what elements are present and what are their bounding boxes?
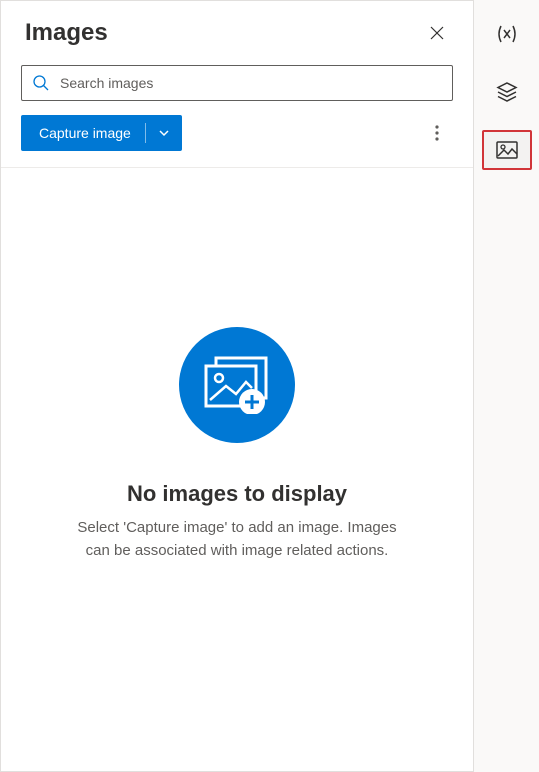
toolbar: Capture image xyxy=(1,115,473,167)
capture-image-button[interactable]: Capture image xyxy=(21,115,145,151)
rail-layers-button[interactable] xyxy=(482,72,532,112)
right-rail xyxy=(474,0,539,772)
image-add-icon xyxy=(202,356,272,414)
empty-state-title: No images to display xyxy=(127,481,347,507)
close-button[interactable] xyxy=(421,17,453,49)
more-vertical-icon xyxy=(435,125,439,141)
rail-images-button[interactable] xyxy=(482,130,532,170)
search-icon xyxy=(32,74,50,92)
search-wrapper xyxy=(1,59,473,115)
capture-image-split-button: Capture image xyxy=(21,115,182,151)
more-options-button[interactable] xyxy=(421,117,453,149)
layers-icon xyxy=(496,82,518,102)
image-icon xyxy=(496,141,518,159)
chevron-down-icon xyxy=(158,127,170,139)
empty-state-icon-circle xyxy=(179,327,295,443)
rail-variables-button[interactable] xyxy=(482,14,532,54)
search-input[interactable] xyxy=(60,75,442,91)
capture-image-dropdown[interactable] xyxy=(146,115,182,151)
panel-title: Images xyxy=(25,19,108,47)
empty-state-description: Select 'Capture image' to add an image. … xyxy=(67,517,407,562)
empty-state: No images to display Select 'Capture ima… xyxy=(1,167,473,771)
search-box[interactable] xyxy=(21,65,453,101)
close-icon xyxy=(430,26,444,40)
panel-header: Images xyxy=(1,1,473,59)
variables-icon xyxy=(496,24,518,44)
images-panel: Images Capture image xyxy=(0,0,474,772)
